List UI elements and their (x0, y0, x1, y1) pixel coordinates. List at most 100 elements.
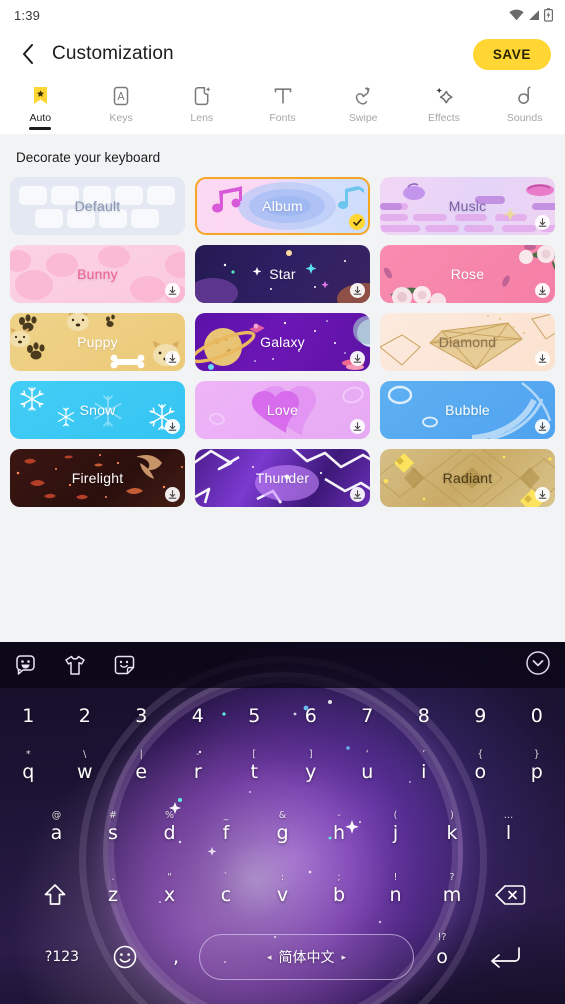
tab-effects[interactable]: Effects (404, 82, 485, 124)
key-hint: % (164, 810, 175, 821)
key-v[interactable]: :v (254, 872, 311, 906)
theme-card-star[interactable]: Star (195, 245, 370, 303)
key-z[interactable]: .z (85, 872, 142, 906)
download-badge[interactable] (165, 351, 180, 366)
key-m[interactable]: ? m (424, 872, 481, 906)
download-badge[interactable] (535, 351, 550, 366)
back-button[interactable] (14, 40, 42, 68)
key-4[interactable]: 4 (170, 705, 227, 727)
theme-card-firelight[interactable]: Firelight (10, 449, 185, 507)
key-hint: ? (449, 872, 455, 883)
theme-card-puppy[interactable]: Puppy (10, 313, 185, 371)
theme-card-music[interactable]: Music (380, 177, 555, 235)
theme-label: Music (448, 198, 487, 214)
chevron-down-circle-icon[interactable] (525, 650, 551, 681)
key-h[interactable]: -h (311, 810, 368, 844)
key-k[interactable]: ) k (424, 810, 481, 844)
theme-label: Diamond (438, 334, 497, 350)
tab-fonts[interactable]: Fonts (242, 82, 323, 124)
theme-card-thunder[interactable]: Thunder (195, 449, 370, 507)
key-g[interactable]: & g (254, 810, 311, 844)
key-d[interactable]: % d (141, 810, 198, 844)
theme-card-rose[interactable]: Rose (380, 245, 555, 303)
key-1[interactable]: 1 (0, 705, 57, 727)
download-badge[interactable] (535, 487, 550, 502)
download-badge[interactable] (165, 487, 180, 502)
tab-auto[interactable]: Auto (0, 82, 81, 130)
symbols-key[interactable]: ?123 (27, 949, 97, 965)
key-p[interactable]: } p (509, 749, 565, 783)
key-0[interactable]: 0 (509, 705, 565, 727)
key-r[interactable]: -r (170, 749, 227, 783)
key-8[interactable]: 8 (396, 705, 453, 727)
key-a[interactable]: @ a (28, 810, 85, 844)
shift-key[interactable] (25, 882, 85, 908)
key-b[interactable]: ; b (311, 872, 368, 906)
tab-swipe[interactable]: Swipe (323, 82, 404, 124)
theme-card-bubble[interactable]: Bubble (380, 381, 555, 439)
key-s[interactable]: # s (85, 810, 142, 844)
download-badge[interactable] (350, 283, 365, 298)
key-q[interactable]: * q (0, 749, 57, 783)
key-y[interactable]: ] y (283, 749, 340, 783)
theme-card-bunny[interactable]: Bunny (10, 245, 185, 303)
key-l[interactable]: … l (480, 810, 537, 844)
key-i[interactable]: ’ i (396, 749, 453, 783)
key-6[interactable]: 6 (283, 705, 340, 727)
key-9[interactable]: 9 (452, 705, 509, 727)
emoji-face-icon[interactable] (14, 654, 37, 677)
download-badge[interactable] (165, 283, 180, 298)
key-2[interactable]: 2 (57, 705, 114, 727)
comma-key[interactable]: , (153, 946, 199, 968)
tshirt-theme-icon[interactable] (63, 654, 87, 677)
theme-card-default[interactable]: Default (10, 177, 185, 235)
period-key[interactable]: !? o (414, 932, 470, 968)
theme-label: Bunny (77, 266, 118, 282)
theme-card-album[interactable]: Album (195, 177, 370, 235)
download-badge[interactable] (350, 351, 365, 366)
key-x[interactable]: " x (141, 872, 198, 906)
tab-sounds[interactable]: Sounds (484, 82, 565, 124)
key-c[interactable]: ` c (198, 872, 255, 906)
key-5[interactable]: 5 (226, 705, 283, 727)
key-j[interactable]: (j (367, 810, 424, 844)
key-3[interactable]: 3 (113, 705, 170, 727)
key-o[interactable]: {o (452, 749, 509, 783)
theme-card-love[interactable]: Love (195, 381, 370, 439)
keyboard-toolbar (0, 642, 565, 688)
download-badge[interactable] (350, 487, 365, 502)
theme-card-diamond[interactable]: Diamond (380, 313, 555, 371)
key-label: v (276, 884, 289, 906)
chevron-left-icon (23, 44, 33, 64)
sticker-smiley-icon[interactable] (113, 654, 136, 677)
theme-card-galaxy[interactable]: Galaxy (195, 313, 370, 371)
download-badge[interactable] (165, 419, 180, 434)
download-badge[interactable] (535, 283, 550, 298)
tab-label: Fonts (269, 112, 296, 124)
key-label: a (50, 822, 63, 844)
download-badge[interactable] (350, 419, 365, 434)
tab-lens[interactable]: Lens (161, 82, 242, 124)
status-icons (509, 8, 553, 22)
download-badge[interactable] (535, 215, 550, 230)
key-n[interactable]: ! n (367, 872, 424, 906)
key-7[interactable]: 7 (339, 705, 396, 727)
space-key[interactable]: ◂ 简体中文 ▸ (199, 934, 414, 980)
key-t[interactable]: [t (226, 749, 283, 783)
enter-key[interactable] (470, 946, 538, 968)
key-u[interactable]: ‘u (339, 749, 396, 783)
download-badge[interactable] (535, 419, 550, 434)
key-label: q (22, 761, 35, 783)
key-label: 8 (417, 705, 430, 727)
theme-card-radiant[interactable]: Radiant (380, 449, 555, 507)
theme-card-snow[interactable]: Snow (10, 381, 185, 439)
key-w[interactable]: \ w (57, 749, 114, 783)
emoji-key[interactable] (97, 944, 153, 970)
key-f[interactable]: _ f (198, 810, 255, 844)
key-label: n (389, 884, 402, 906)
backspace-key[interactable] (480, 883, 540, 907)
tab-keys[interactable]: A Keys (81, 82, 162, 124)
keyboard-row-numbers: 1 2 3 4 5 6 7 8 9 0 (0, 690, 565, 742)
key-e[interactable]: | e (113, 749, 170, 783)
save-button[interactable]: SAVE (472, 38, 551, 70)
